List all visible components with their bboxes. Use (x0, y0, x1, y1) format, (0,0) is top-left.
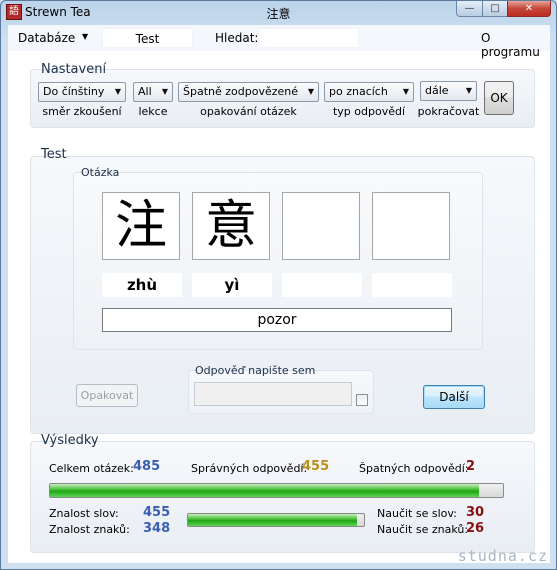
continue-caption: pokračovat (417, 105, 480, 118)
settings-group-label: Nastavení (41, 62, 107, 77)
results-group-label: Výsledky (41, 433, 99, 448)
direction-value: Do čínštiny (43, 85, 105, 98)
wrong-value: 2 (466, 459, 476, 474)
learn-chars-label: Naučit se znaků: (377, 523, 469, 536)
chevron-down-icon: ▼ (465, 86, 472, 95)
pinyin-box-4 (372, 273, 452, 297)
menu-bar: Databáze ▼ Test Hledat: O programu (8, 25, 550, 59)
learn-words-value: 30 (466, 505, 485, 520)
character-box-2: 意 (192, 192, 270, 260)
overall-progress-bar (49, 483, 504, 498)
direction-select[interactable]: Do čínštiny ▼ (38, 82, 126, 102)
lesson-value: All (138, 85, 152, 98)
total-label: Celkem otázek: (49, 462, 134, 475)
chevron-down-icon: ▼ (161, 87, 168, 96)
pinyin-box-3 (282, 273, 362, 297)
correct-label: Správných odpovědí: (191, 462, 308, 475)
test-group-label: Test (41, 147, 67, 162)
direction-caption: směr zkoušení (42, 105, 122, 118)
continue-value: dále (425, 84, 449, 97)
lesson-caption: lekce (138, 105, 168, 118)
search-input[interactable] (258, 28, 359, 48)
maximize-button[interactable]: □ (482, 1, 508, 17)
repeat-select[interactable]: Špatně zodpovězené ▼ (178, 82, 319, 102)
words-label: Znalost slov: (49, 507, 119, 520)
repeat-button[interactable]: Opakovat (76, 384, 138, 407)
menu-database[interactable]: Databáze (18, 31, 75, 45)
chevron-down-icon: ▼ (402, 87, 409, 96)
minimize-button[interactable]: — (456, 1, 483, 17)
overall-progress-fill (50, 484, 480, 497)
app-window: 語 Strewn Tea 注意 — □ ✕ Databáze ▼ Test Hl… (0, 0, 557, 570)
wrong-label: Špatných odpovědí: (359, 462, 469, 475)
words-value: 455 (143, 505, 171, 520)
close-button[interactable]: ✕ (507, 1, 551, 17)
answer-type-select[interactable]: po znacích ▼ (324, 82, 414, 102)
character-box-3 (282, 192, 360, 260)
answer-checkbox[interactable] (356, 394, 368, 406)
learn-chars-value: 26 (466, 521, 485, 536)
chevron-down-icon[interactable]: ▼ (82, 32, 88, 41)
character-box-1: 注 (102, 192, 180, 260)
answer-label: Odpověď napište sem (195, 364, 316, 377)
pinyin-box-2: yì (192, 273, 272, 297)
chevron-down-icon: ▼ (114, 87, 121, 96)
next-button[interactable]: Další (423, 385, 485, 409)
search-label: Hledat: (215, 31, 259, 45)
character-box-4 (372, 192, 450, 260)
chars-value: 348 (143, 521, 171, 536)
meaning-field: pozor (102, 308, 452, 332)
repeat-caption: opakování otázek (200, 105, 297, 118)
question-label: Otázka (81, 166, 120, 179)
pinyin-box-1: zhù (102, 273, 182, 297)
menu-about[interactable]: O programu (481, 31, 550, 59)
repeat-value: Špatně zodpovězené (183, 85, 299, 98)
lesson-select[interactable]: All ▼ (133, 82, 173, 102)
watermark: studna.cz (457, 547, 548, 565)
correct-value: 455 (302, 459, 330, 474)
answer-type-caption: typ odpovědí (332, 105, 406, 118)
answer-type-value: po znacích (329, 85, 388, 98)
knowledge-progress-bar (187, 513, 365, 527)
knowledge-progress-fill (188, 514, 357, 526)
continue-select[interactable]: dále ▼ (420, 81, 477, 101)
answer-input[interactable] (194, 382, 352, 406)
client-area: Databáze ▼ Test Hledat: O programu Nasta… (8, 25, 550, 563)
menu-test[interactable]: Test (102, 28, 193, 48)
ok-button[interactable]: OK (484, 81, 514, 115)
title-bar[interactable]: 語 Strewn Tea 注意 — □ ✕ (1, 1, 556, 23)
chevron-down-icon: ▼ (307, 87, 314, 96)
chars-label: Znalost znaků: (49, 523, 130, 536)
learn-words-label: Naučit se slov: (377, 507, 457, 520)
total-value: 485 (133, 459, 161, 474)
